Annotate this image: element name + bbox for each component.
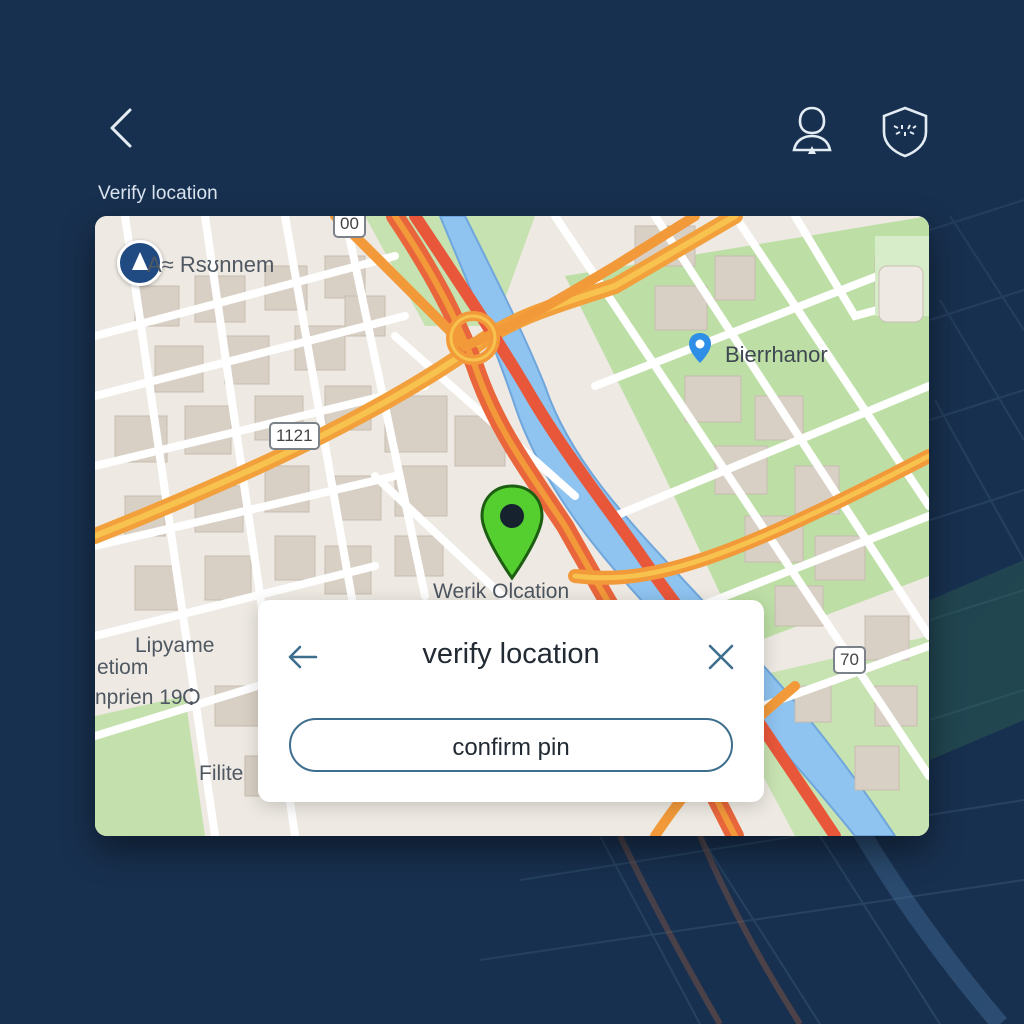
map-label-west-2: etiom: [97, 656, 149, 679]
dialog-close-button[interactable]: [704, 640, 738, 674]
chevron-left-icon: [110, 108, 132, 148]
close-icon: [708, 644, 734, 670]
map-label-west-3: nprien 19Ѻ: [95, 686, 201, 709]
screen-label: Verify location: [98, 183, 218, 204]
map-label-west-4: Filite: [199, 762, 244, 785]
verify-location-dialog: verify location confirm pin: [258, 600, 764, 802]
map-label-north-west: A≈ Rsʊnnem: [147, 252, 275, 277]
person-location-icon: [792, 106, 832, 154]
shield-button[interactable]: [876, 102, 934, 160]
road-sign: 1121: [269, 422, 320, 450]
profile-button[interactable]: [786, 102, 838, 162]
dialog-title: verify location: [422, 638, 600, 670]
back-button[interactable]: [100, 100, 148, 156]
location-pin-icon[interactable]: [688, 332, 712, 364]
confirm-pin-button[interactable]: confirm pin: [289, 718, 733, 772]
map-label-west-1: Lipyame: [135, 634, 215, 657]
road-sign: 00: [333, 216, 366, 238]
road-sign: 70: [833, 646, 866, 674]
map-pin-icon[interactable]: [478, 484, 546, 582]
map-label-place: Bierrhanor: [725, 342, 828, 367]
shield-icon: [882, 106, 928, 158]
